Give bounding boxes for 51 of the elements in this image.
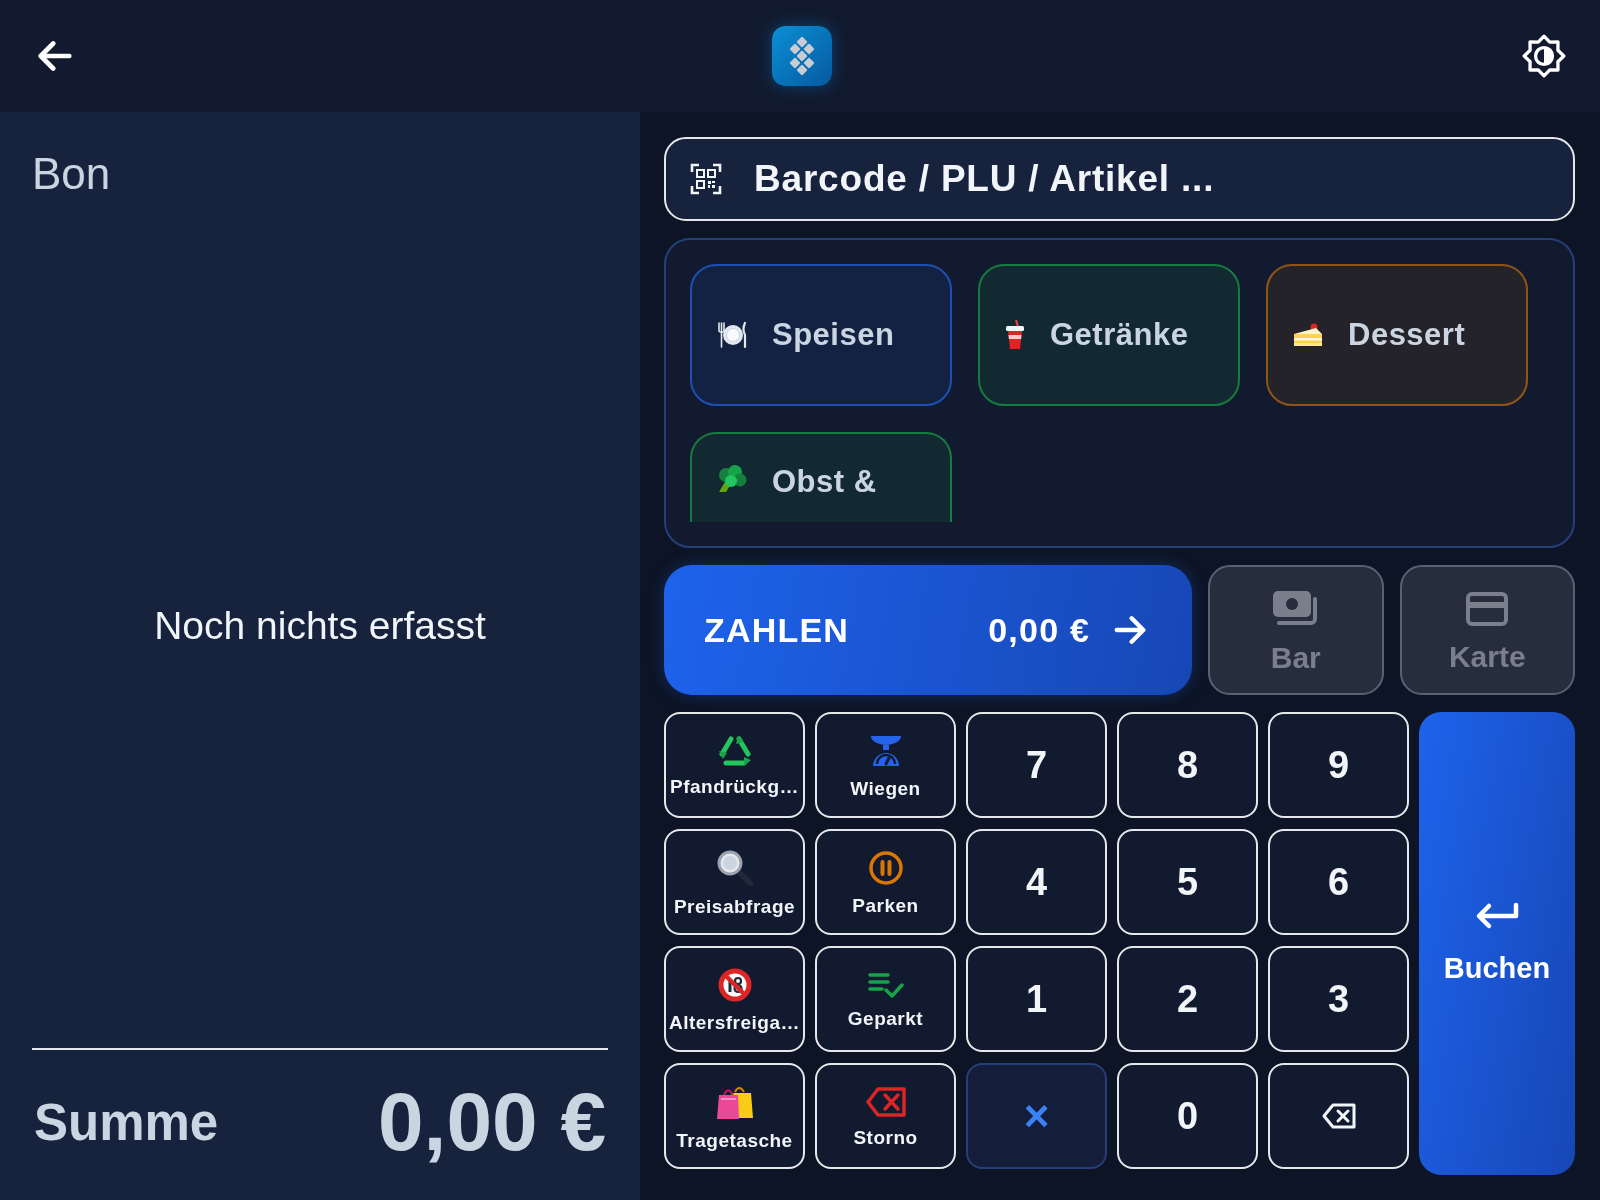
- search-field[interactable]: Barcode / PLU / Artikel ...: [664, 137, 1575, 221]
- credit-card-icon: [1466, 591, 1509, 626]
- category-tile[interactable]: Getränke: [978, 264, 1240, 406]
- magnifier-icon: [716, 850, 753, 886]
- digit-key[interactable]: 8: [1117, 712, 1258, 818]
- shopping-bags-icon: [716, 1084, 753, 1120]
- receipt-title: Bon: [32, 148, 111, 200]
- cake-slice-icon: [1292, 322, 1324, 348]
- digit-key[interactable]: 3: [1268, 946, 1409, 1052]
- back-arrow-icon[interactable]: [38, 41, 72, 71]
- digit-key[interactable]: 0: [1117, 1063, 1258, 1169]
- category-tile[interactable]: Dessert: [1266, 264, 1528, 406]
- digit-key[interactable]: 7: [966, 712, 1107, 818]
- arrow-right-icon: [1114, 616, 1146, 644]
- multiply-key[interactable]: ×: [966, 1063, 1107, 1169]
- function-key[interactable]: Tragetasche: [664, 1063, 805, 1169]
- function-key[interactable]: Pfandrückg…: [664, 712, 805, 818]
- total-label: Summe: [34, 1092, 219, 1152]
- function-key[interactable]: Storno: [815, 1063, 956, 1169]
- backspace-icon: [865, 1087, 906, 1117]
- checklist-icon: [867, 972, 904, 998]
- logo-icon: [772, 26, 832, 86]
- digit-key[interactable]: 5: [1117, 829, 1258, 935]
- brightness-icon[interactable]: [1522, 34, 1566, 78]
- pay-button[interactable]: ZAHLEN 0,00 €: [664, 565, 1192, 695]
- qr-code-icon: [690, 163, 722, 195]
- digit-key[interactable]: 9: [1268, 712, 1409, 818]
- recycle-icon: [717, 736, 752, 766]
- drink-cup-icon: [1004, 320, 1026, 350]
- pause-icon: [868, 851, 903, 885]
- function-key[interactable]: Wiegen: [815, 712, 956, 818]
- broccoli-icon: [716, 464, 748, 494]
- function-key[interactable]: Preisabfrage: [664, 829, 805, 935]
- backspace-key[interactable]: [1268, 1063, 1409, 1169]
- prohibition-sign-icon: [717, 968, 752, 1002]
- digit-key[interactable]: 1: [966, 946, 1107, 1052]
- backspace-icon: [1321, 1103, 1356, 1129]
- category-tile[interactable]: Obst &: [690, 432, 952, 522]
- function-key[interactable]: Parken: [815, 829, 956, 935]
- digit-key[interactable]: 6: [1268, 829, 1409, 935]
- total-value: 0,00 €: [378, 1075, 606, 1169]
- digit-key[interactable]: 4: [966, 829, 1107, 935]
- function-key[interactable]: Geparkt: [815, 946, 956, 1052]
- book-button[interactable]: Buchen: [1419, 712, 1575, 1175]
- category-tile[interactable]: Speisen: [690, 264, 952, 406]
- digit-key[interactable]: 2: [1117, 946, 1258, 1052]
- empty-message: Noch nichts erfasst: [154, 604, 486, 648]
- scale-icon: [868, 734, 903, 768]
- function-key[interactable]: Altersfreiga…: [664, 946, 805, 1052]
- banknotes-icon: [1272, 590, 1319, 627]
- plate-cutlery-icon: [716, 321, 748, 349]
